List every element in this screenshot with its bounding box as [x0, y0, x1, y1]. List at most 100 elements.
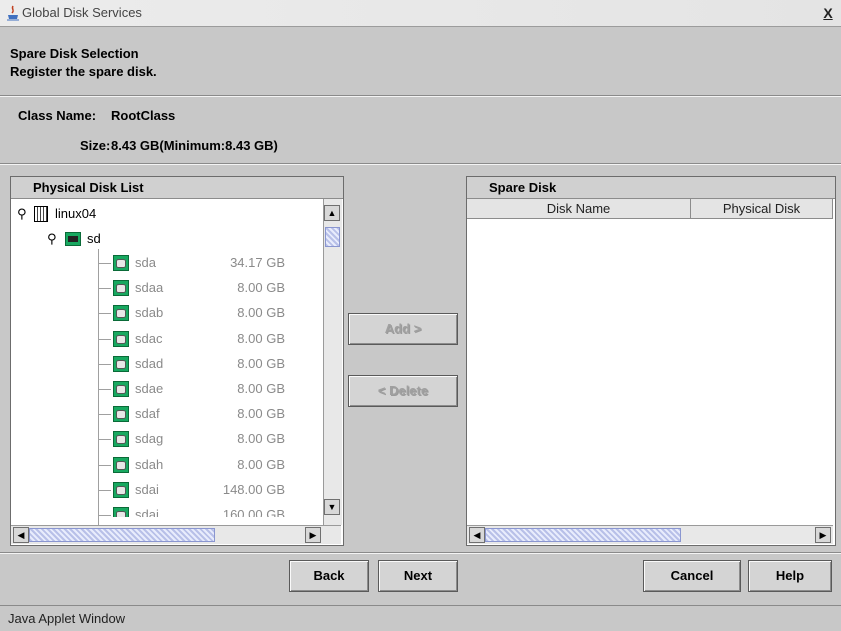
- disk-icon: [113, 280, 129, 297]
- disk-row[interactable]: sdaa 8.00 GB: [99, 276, 321, 300]
- disk-icon: [113, 355, 129, 372]
- spare-disk-header: Spare Disk: [467, 177, 835, 199]
- horizontal-scrollbar[interactable]: ◀ ▶: [467, 525, 833, 544]
- scroll-thumb[interactable]: [325, 227, 340, 247]
- scroll-thumb[interactable]: [29, 528, 215, 542]
- disk-icon: [113, 507, 129, 517]
- header-area: Spare Disk Selection Register the spare …: [0, 27, 841, 89]
- tree-node-host[interactable]: ⚲ linux04: [17, 202, 307, 226]
- disk-name: sdae: [135, 381, 164, 396]
- disk-size: 8.00 GB: [237, 330, 285, 346]
- scroll-right-arrow[interactable]: ▶: [305, 527, 321, 543]
- disk-size: 8.00 GB: [237, 355, 285, 371]
- tree-connector: [99, 389, 111, 390]
- horizontal-scrollbar[interactable]: ◀ ▶: [11, 525, 341, 544]
- disk-icon: [113, 305, 129, 322]
- disk-name: sdah: [135, 456, 164, 472]
- disk-icon: [113, 481, 129, 498]
- group-label: sd: [87, 231, 101, 246]
- window-title: Global Disk Services: [22, 5, 142, 20]
- disk-name: sdad: [135, 355, 164, 371]
- disk-icon: [113, 456, 129, 473]
- scroll-thumb[interactable]: [485, 528, 681, 542]
- physical-disk-list-header: Physical Disk List: [11, 177, 343, 199]
- status-text: Java Applet Window: [8, 611, 126, 626]
- help-button[interactable]: Help: [748, 560, 832, 592]
- disk-row[interactable]: sdah 8.00 GB: [99, 453, 321, 477]
- disk-name: sda: [135, 255, 156, 270]
- add-button[interactable]: Add >: [348, 313, 458, 345]
- disk-size: 8.00 GB: [237, 381, 285, 396]
- close-button[interactable]: X: [821, 6, 835, 20]
- vertical-scrollbar[interactable]: ▲ ▼: [323, 199, 342, 525]
- disk-name: sdai: [135, 481, 159, 497]
- disk-size: 8.00 GB: [237, 431, 285, 447]
- scroll-left-arrow[interactable]: ◀: [469, 527, 485, 543]
- disk-row[interactable]: sdab 8.00 GB: [99, 301, 321, 325]
- disk-name: sdaa: [135, 280, 164, 296]
- back-button[interactable]: Back: [289, 560, 369, 592]
- disk-size: 160.00 GB: [222, 507, 285, 517]
- disk-name: sdab: [135, 305, 164, 321]
- status-bar: Java Applet Window: [0, 605, 841, 631]
- disk-name: sdag: [135, 431, 164, 447]
- disk-size: 34.17 GB: [230, 255, 285, 270]
- disk-icon: [113, 431, 129, 448]
- scroll-down-arrow[interactable]: ▼: [324, 499, 340, 515]
- disk-icon: [113, 381, 129, 397]
- divider: [0, 96, 841, 97]
- tree-connector: [99, 288, 111, 290]
- next-button[interactable]: Next: [378, 560, 458, 592]
- disk-name: sdaj: [135, 507, 159, 517]
- size-value: 8.43 GB(Minimum:8.43 GB): [111, 138, 278, 153]
- tree-connector: [99, 363, 111, 365]
- key-icon: ⚲: [47, 231, 57, 246]
- host-label: linux04: [55, 206, 97, 221]
- physical-disk-list-panel: Physical Disk List ⚲ linux04 ⚲ sd sda 34.…: [10, 176, 344, 546]
- disk-size: 8.00 GB: [237, 456, 285, 472]
- disk-size: 8.00 GB: [237, 406, 285, 422]
- disk-row[interactable]: sda 34.17 GB: [99, 251, 321, 275]
- tree-connector: [99, 313, 111, 315]
- tree-connector: [99, 414, 111, 416]
- tree-connector: [99, 489, 111, 491]
- java-icon: [7, 5, 19, 21]
- divider: [0, 553, 841, 554]
- page-title: Spare Disk Selection: [10, 46, 139, 61]
- disk-row[interactable]: sdai 148.00 GB: [99, 478, 321, 502]
- tree-connector: [99, 338, 111, 340]
- disk-icon: [113, 330, 129, 347]
- disk-row[interactable]: sdad 8.00 GB: [99, 352, 321, 376]
- tree-node-group[interactable]: ⚲ sd: [47, 227, 307, 251]
- scroll-right-arrow[interactable]: ▶: [815, 527, 831, 543]
- disk-row[interactable]: sdae 8.00 GB: [99, 377, 321, 401]
- server-icon: [34, 206, 48, 222]
- disk-name: sdaf: [135, 406, 160, 422]
- disk-size: 8.00 GB: [237, 280, 285, 296]
- size-label: Size:: [80, 138, 111, 153]
- key-icon: ⚲: [17, 206, 27, 221]
- tree-connector: [99, 439, 111, 441]
- disk-row[interactable]: sdag 8.00 GB: [99, 427, 321, 451]
- cancel-button[interactable]: Cancel: [643, 560, 741, 592]
- delete-button[interactable]: < Delete: [348, 375, 458, 407]
- tree-connector: [99, 515, 111, 516]
- column-header-physical-disk[interactable]: Physical Disk: [691, 199, 833, 219]
- disk-size: 8.00 GB: [237, 305, 285, 321]
- page-subtitle: Register the spare disk.: [10, 64, 157, 79]
- scroll-left-arrow[interactable]: ◀: [13, 527, 29, 543]
- disk-row[interactable]: sdac 8.00 GB: [99, 327, 321, 351]
- disk-icon: [113, 255, 129, 271]
- group-icon: [65, 232, 81, 246]
- divider: [0, 164, 841, 165]
- disk-row[interactable]: sdaj 160.00 GB: [99, 503, 321, 517]
- disk-row[interactable]: sdaf 8.00 GB: [99, 402, 321, 426]
- disk-icon: [113, 406, 129, 423]
- class-name-value: RootClass: [111, 108, 176, 123]
- window-titlebar: Global Disk Services X: [0, 0, 841, 27]
- class-name-label: Class Name:: [18, 108, 97, 123]
- column-header-disk-name[interactable]: Disk Name: [467, 199, 691, 219]
- scroll-up-arrow[interactable]: ▲: [324, 205, 340, 221]
- spare-disk-panel: Spare Disk Disk Name Physical Disk ◀ ▶: [466, 176, 836, 546]
- tree-connector: [99, 464, 111, 466]
